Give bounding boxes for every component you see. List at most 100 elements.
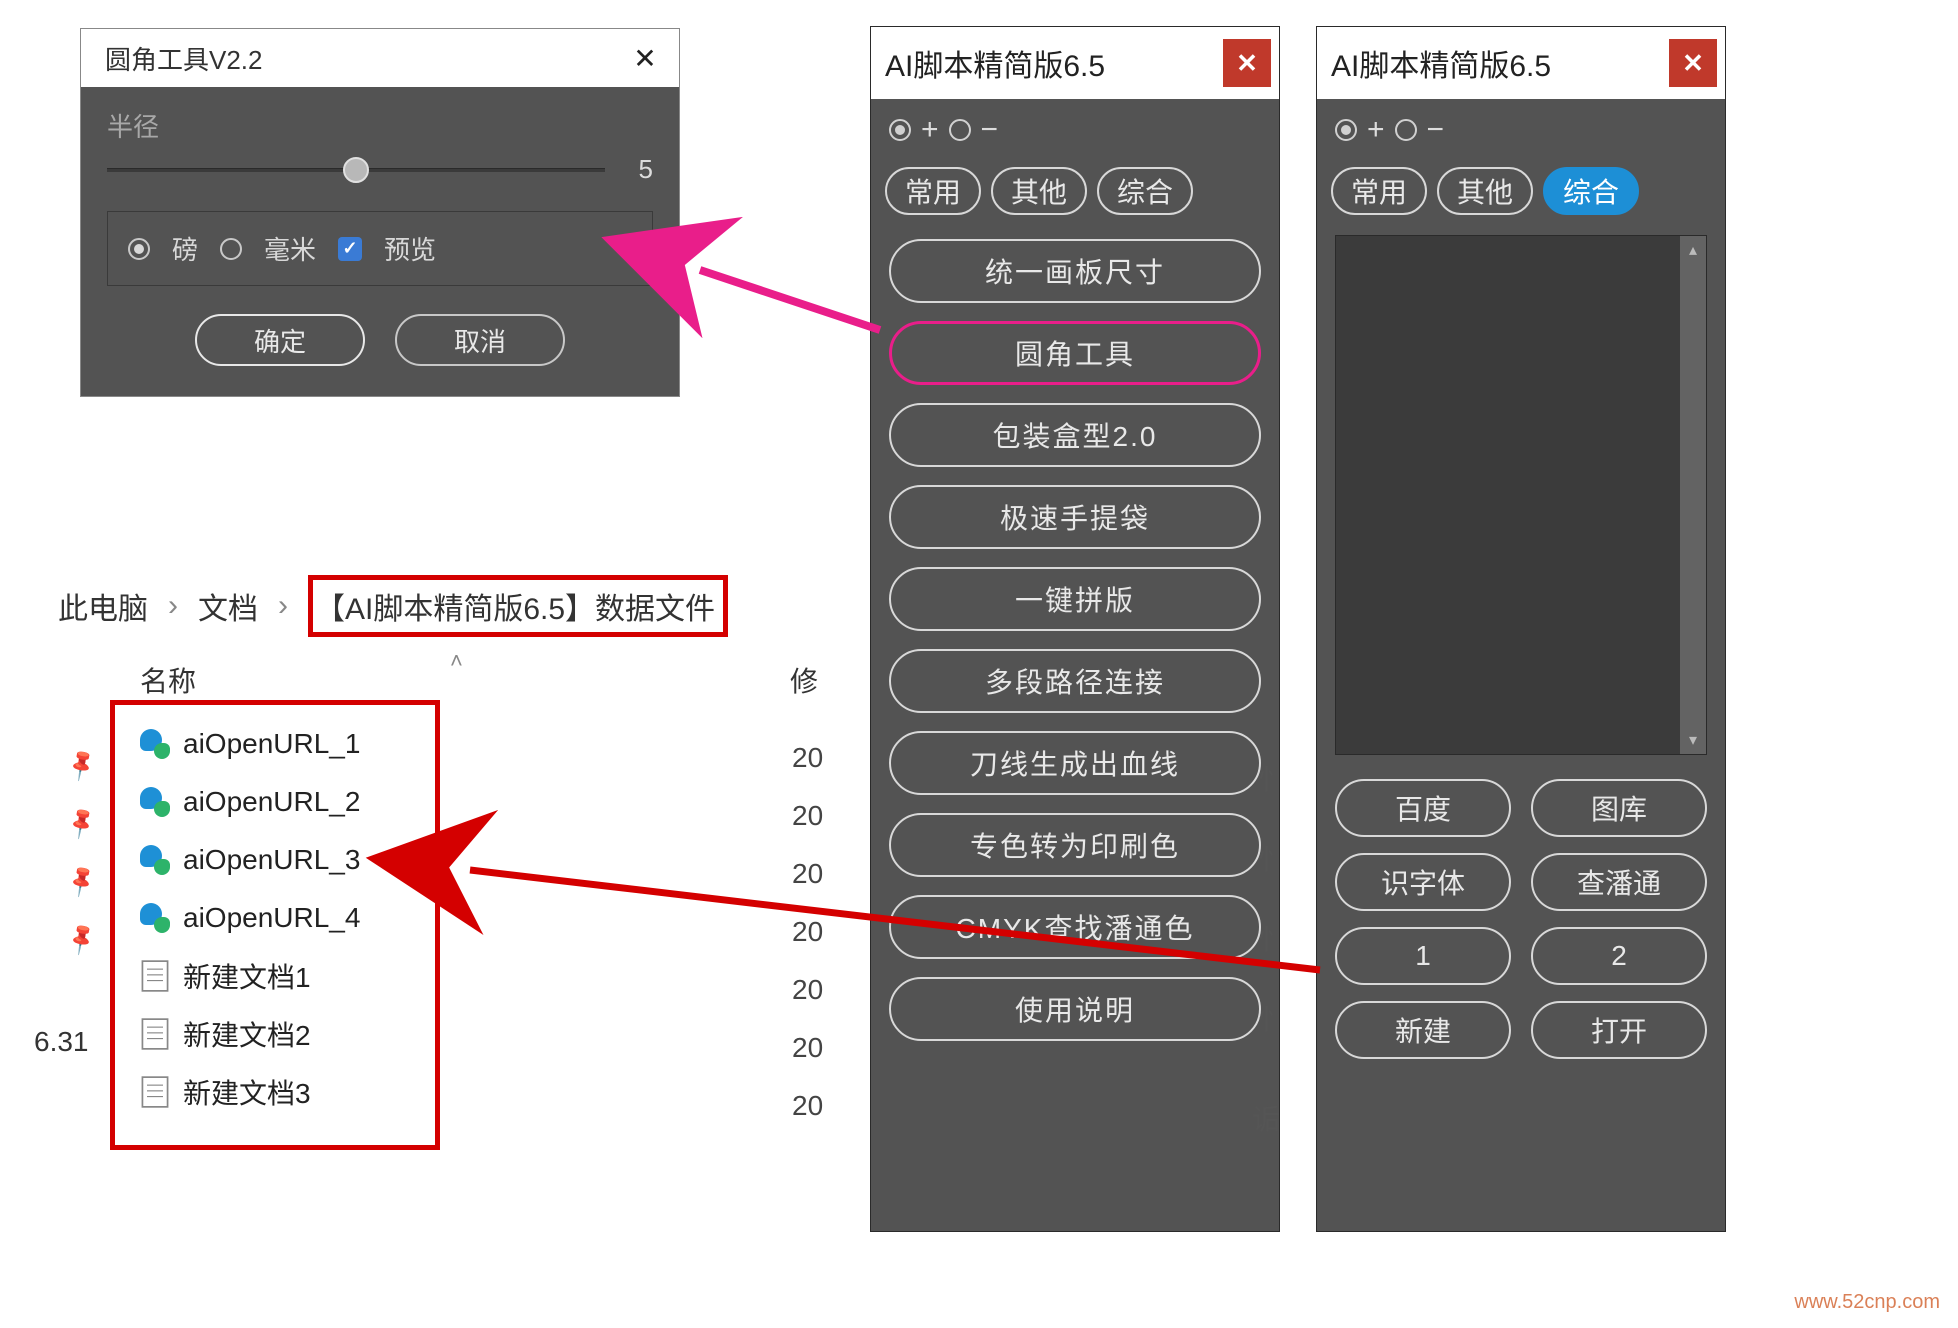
file-name: 新建文档3 (183, 1072, 311, 1112)
tab-other[interactable]: 其他 (1437, 167, 1533, 215)
file-date: 20 (792, 1032, 823, 1064)
watermark: www.52cnp.com (1794, 1291, 1940, 1314)
radio-plus[interactable] (1335, 119, 1357, 141)
list-item[interactable]: 新建文档1 (115, 947, 435, 1005)
zoom-row: + − (1317, 99, 1725, 161)
panel-header[interactable]: AI脚本精简版6.5 ✕ (1317, 27, 1725, 99)
chevron-down-icon[interactable]: ▾ (1689, 730, 1697, 750)
grid-btn-2[interactable]: 2 (1531, 927, 1707, 985)
grid-btn-baidu[interactable]: 百度 (1335, 779, 1511, 837)
crumb-docs[interactable]: 文档 (198, 584, 258, 628)
zoom-row: + − (871, 99, 1279, 161)
file-date: 20 (792, 742, 823, 774)
cancel-button[interactable]: 取消 (395, 314, 565, 366)
close-icon[interactable]: ✕ (1223, 39, 1271, 87)
tab-common[interactable]: 常用 (1331, 167, 1427, 215)
column-modified-header[interactable]: 修 (790, 660, 818, 700)
plus-label: + (921, 113, 939, 147)
script-btn-8[interactable]: CMYK查找潘通色 (889, 895, 1261, 959)
close-icon[interactable]: ✕ (1669, 39, 1717, 87)
pin-icon: 📌 (63, 746, 100, 783)
checkbox-preview[interactable]: ✓ (338, 237, 362, 261)
grid-btn-pantone[interactable]: 查潘通 (1531, 853, 1707, 911)
file-name: aiOpenURL_4 (183, 902, 360, 934)
crumb-root[interactable]: 此电脑 (58, 584, 148, 628)
ok-button[interactable]: 确定 (195, 314, 365, 366)
grid-btn-1[interactable]: 1 (1335, 927, 1511, 985)
checkbox-preview-label: 预览 (384, 230, 436, 267)
version-fragment: 6.31 (34, 1026, 89, 1058)
breadcrumb[interactable]: 此电脑 › 文档 › 【AI脚本精简版6.5】数据文件 (58, 575, 728, 637)
radius-value: 5 (623, 154, 653, 185)
dialog-titlebar[interactable]: 圆角工具V2.2 ✕ (81, 29, 679, 87)
url-file-icon (139, 844, 171, 876)
script-btn-7[interactable]: 专色转为印刷色 (889, 813, 1261, 877)
crumb-folder[interactable]: 【AI脚本精简版6.5】数据文件 (308, 575, 728, 637)
radius-label: 半径 (107, 107, 653, 144)
script-btn-2[interactable]: 包装盒型2.0 (889, 403, 1261, 467)
list-item[interactable]: 新建文档3 (115, 1063, 435, 1121)
radio-pound[interactable] (128, 238, 150, 260)
unit-options: 磅 毫米 ✓ 预览 (107, 211, 653, 286)
minus-label: − (1427, 113, 1445, 147)
script-list: 统一画板尺寸 圆角工具 包装盒型2.0 极速手提袋 一键拼版 多段路径连接 刀线… (871, 229, 1279, 1051)
panel-title: AI脚本精简版6.5 (1331, 41, 1551, 85)
radio-minus[interactable] (949, 119, 971, 141)
script-btn-4[interactable]: 一键拼版 (889, 567, 1261, 631)
script-btn-6[interactable]: 刀线生成出血线 (889, 731, 1261, 795)
dialog-title: 圆角工具V2.2 (105, 40, 263, 77)
radio-pound-label: 磅 (172, 230, 198, 267)
list-item[interactable]: 新建文档2 (115, 1005, 435, 1063)
dialog-body: 半径 5 磅 毫米 ✓ 预览 确定 取消 (81, 87, 679, 396)
sort-indicator-icon[interactable]: ˄ (450, 648, 463, 674)
grid-btn-gallery[interactable]: 图库 (1531, 779, 1707, 837)
slider-thumb[interactable] (343, 157, 369, 183)
text-file-icon (139, 1076, 171, 1108)
rounded-corner-dialog: 圆角工具V2.2 ✕ 半径 5 磅 毫米 ✓ 预览 确定 取消 (80, 28, 680, 397)
grid-btn-open[interactable]: 打开 (1531, 1001, 1707, 1059)
script-btn-rounded-corner[interactable]: 圆角工具 (889, 321, 1261, 385)
list-item[interactable]: aiOpenURL_1 (115, 715, 435, 773)
grid-btn-new[interactable]: 新建 (1335, 1001, 1511, 1059)
script-btn-3[interactable]: 极速手提袋 (889, 485, 1261, 549)
script-btn-9[interactable]: 使用说明 (889, 977, 1261, 1041)
tab-common[interactable]: 常用 (885, 167, 981, 215)
file-name: aiOpenURL_3 (183, 844, 360, 876)
list-item[interactable]: aiOpenURL_2 (115, 773, 435, 831)
script-panel-compose: AI脚本精简版6.5 ✕ + − 常用 其他 综合 ▴ ▾ 百度 图库 识字体 … (1316, 26, 1726, 1232)
script-btn-0[interactable]: 统一画板尺寸 (889, 239, 1261, 303)
radio-mm[interactable] (220, 238, 242, 260)
scrollbar[interactable]: ▴ ▾ (1680, 236, 1706, 754)
tab-compose[interactable]: 综合 (1543, 167, 1639, 215)
radio-minus[interactable] (1395, 119, 1417, 141)
column-name-header[interactable]: 名称 (140, 660, 196, 700)
cropped-char: 忄 (1258, 838, 1286, 878)
chevron-right-icon: › (278, 589, 288, 623)
file-name: aiOpenURL_1 (183, 728, 360, 760)
quick-buttons-grid: 百度 图库 识字体 查潘通 1 2 新建 打开 (1317, 765, 1725, 1077)
url-file-icon (139, 786, 171, 818)
radio-plus[interactable] (889, 119, 911, 141)
radio-mm-label: 毫米 (264, 230, 316, 267)
file-date: 20 (792, 800, 823, 832)
file-date: 20 (792, 1090, 823, 1122)
pin-icon: 📌 (63, 804, 100, 841)
url-file-icon (139, 728, 171, 760)
grid-btn-font[interactable]: 识字体 (1335, 853, 1511, 911)
file-date: 20 (792, 974, 823, 1006)
close-icon[interactable]: ✕ (627, 40, 663, 76)
tab-row: 常用 其他 综合 (1317, 161, 1725, 229)
chevron-up-icon[interactable]: ▴ (1689, 240, 1697, 260)
cropped-char: 忄 (1258, 758, 1286, 798)
panel-header[interactable]: AI脚本精简版6.5 ✕ (871, 27, 1279, 99)
tab-compose[interactable]: 综合 (1097, 167, 1193, 215)
plus-label: + (1367, 113, 1385, 147)
dialog-buttons: 确定 取消 (107, 314, 653, 366)
script-btn-5[interactable]: 多段路径连接 (889, 649, 1261, 713)
radius-slider[interactable] (107, 168, 605, 172)
list-item[interactable]: aiOpenURL_4 (115, 889, 435, 947)
cropped-char: 忄 (1258, 918, 1286, 958)
list-item[interactable]: aiOpenURL_3 (115, 831, 435, 889)
text-file-icon (139, 1018, 171, 1050)
tab-other[interactable]: 其他 (991, 167, 1087, 215)
